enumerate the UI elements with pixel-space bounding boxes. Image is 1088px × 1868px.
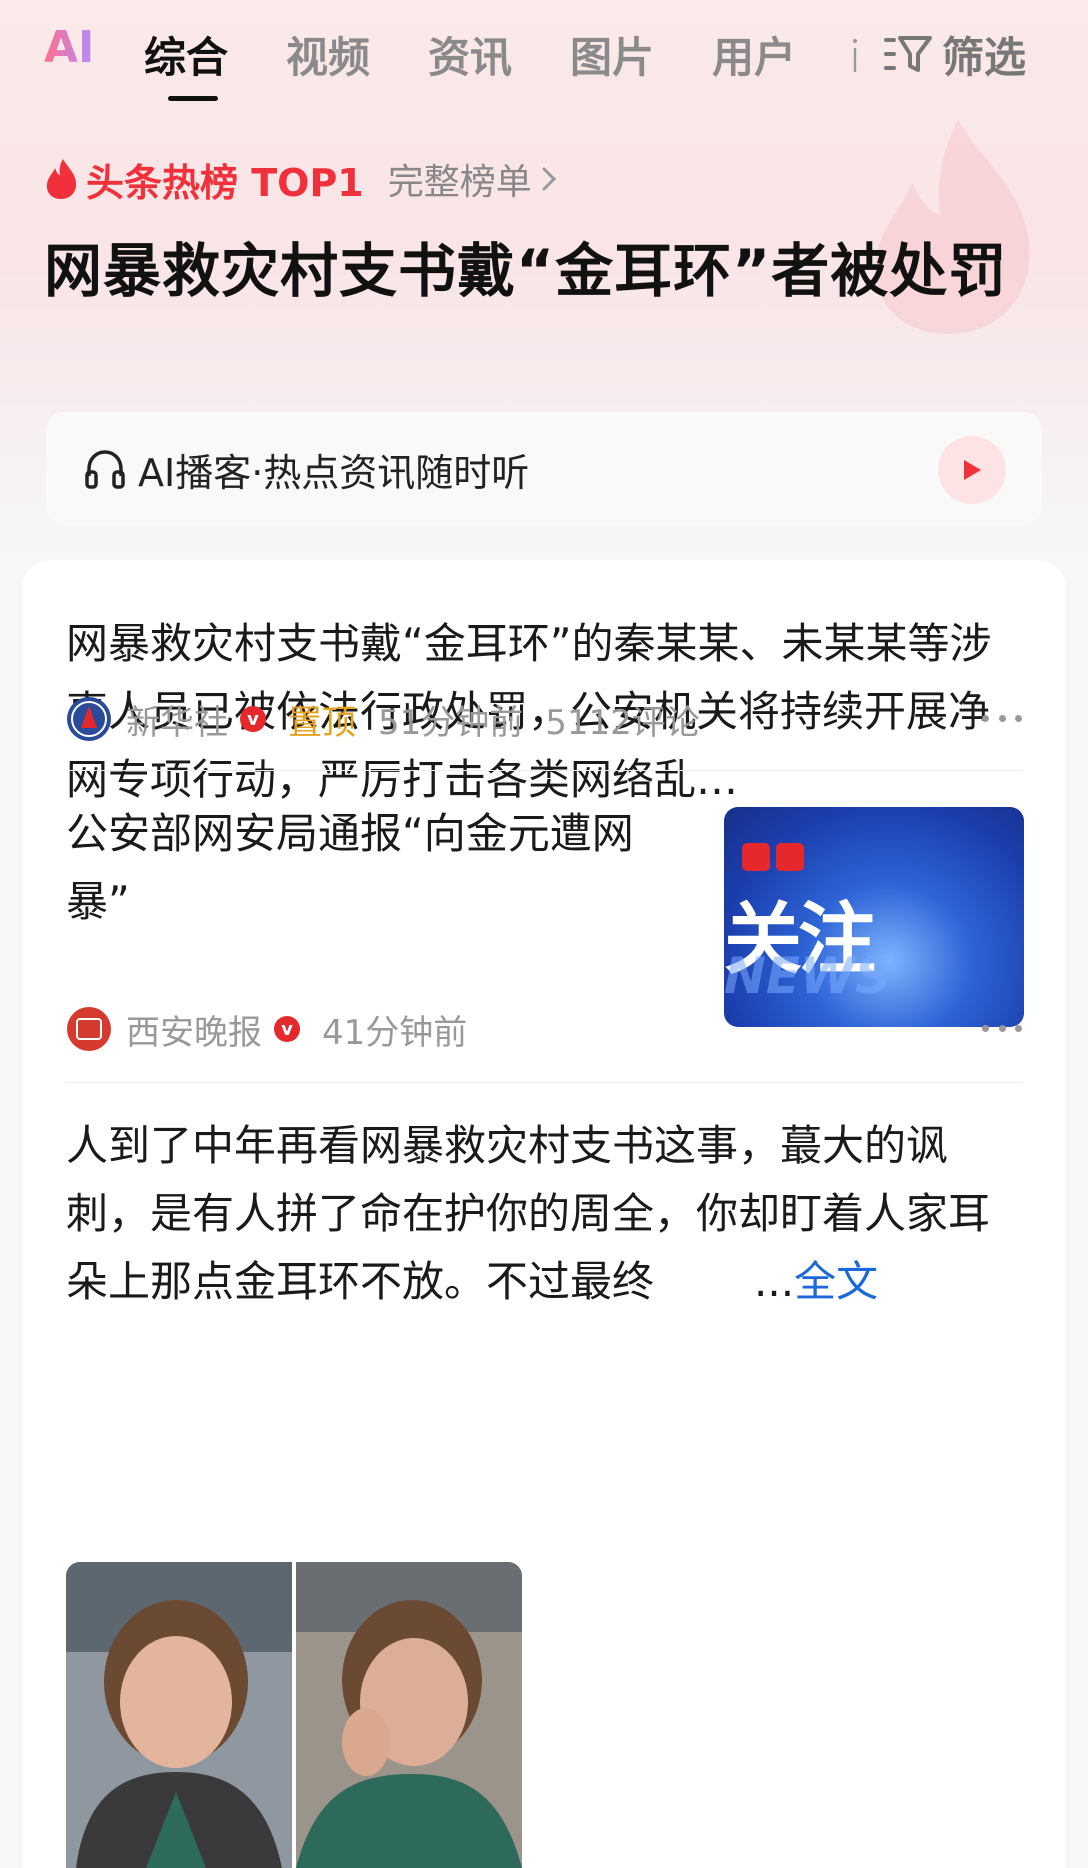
person-photo — [296, 1562, 522, 1868]
article-1-source[interactable]: 新华社 — [126, 695, 228, 744]
xinhua-logo — [67, 697, 111, 741]
article-2-text[interactable]: 公安部网安局通报“向金元遭网暴” — [66, 800, 666, 936]
article-2-meta: 西安晚报 v 41分钟前 — [66, 1004, 489, 1054]
tab-users[interactable]: 用户 — [712, 24, 796, 85]
article-1-meta: 新华社 v 置顶 51分钟前 5112评论 — [66, 694, 722, 744]
ai-podcast-bar[interactable]: AI播客·热点资讯随时听 — [46, 412, 1042, 526]
play-icon — [964, 460, 981, 480]
article-2-time: 41分钟前 — [322, 1012, 468, 1053]
article-2-source[interactable]: 西安晚报 — [126, 1005, 262, 1054]
chevron-right-icon — [542, 167, 556, 191]
tab-ai[interactable]: AI — [44, 22, 94, 73]
thumb-logo — [742, 843, 770, 871]
hotlist-header: 头条热榜 TOP1 完整榜单 — [44, 153, 558, 205]
headphone-icon — [85, 450, 125, 489]
article-3-photo-1[interactable] — [66, 1562, 292, 1868]
divider — [66, 1082, 1022, 1083]
article-3-ellipsis: ... — [754, 1257, 795, 1306]
filter-label: 筛选 — [942, 32, 1027, 82]
article-3-photo-2[interactable] — [296, 1562, 522, 1868]
tab-news[interactable]: 资讯 — [428, 24, 512, 85]
tab-comprehensive[interactable]: 综合 — [144, 24, 228, 85]
thumb-subtitle: NEWS — [724, 947, 892, 1005]
person-photo — [66, 1562, 292, 1868]
article-3-images[interactable] — [66, 1562, 522, 1868]
tab-video[interactable]: 视频 — [286, 24, 370, 85]
hotlist-headline[interactable]: 网暴救灾村支书戴“金耳环”者被处罚 — [44, 228, 1024, 314]
full-text-link[interactable]: 全文 — [794, 1257, 878, 1306]
article-1-more-icon[interactable] — [982, 715, 1022, 725]
play-button[interactable] — [938, 436, 1006, 504]
article-3-expand[interactable]: ...全文 — [744, 1248, 879, 1316]
xian-evening-news-logo — [67, 1007, 111, 1051]
article-1-time: 51分钟前 — [378, 702, 524, 743]
article-1-comments: 5112评论 — [545, 702, 700, 743]
search-results-feed: 网暴救灾村支书戴“金耳环”的秦某某、未某某等涉事人员已被依法行政处罚，公安机关将… — [22, 560, 1066, 1868]
tab-overflow-icon — [853, 39, 857, 72]
article-3-text[interactable]: 人到了中年再看网暴救灾村支书这事，蕞大的讽刺，是有人拼了命在护你的周全，你却盯着… — [66, 1112, 1026, 1316]
verified-badge-icon: v — [274, 1016, 300, 1042]
thumb-logo — [776, 843, 804, 871]
divider — [66, 770, 1022, 771]
article-2-more-icon[interactable] — [982, 1025, 1022, 1035]
hot-flame-icon — [46, 159, 77, 199]
filter-icon — [884, 36, 932, 72]
hotlist-label: 头条热榜 TOP1 — [86, 160, 364, 205]
search-tab-bar: AI 综合 视频 资讯 图片 用户 筛选 — [0, 0, 1088, 110]
full-list-link[interactable]: 完整榜单 — [388, 153, 532, 205]
podcast-label: AI播客·热点资讯随时听 — [138, 451, 530, 495]
tab-images[interactable]: 图片 — [570, 24, 654, 85]
verified-badge-icon: v — [240, 706, 266, 732]
article-2-thumbnail[interactable]: 关注 NEWS — [724, 807, 1024, 1027]
active-tab-indicator — [168, 96, 218, 101]
filter-button[interactable]: 筛选 — [882, 24, 1026, 84]
pinned-tag: 置顶 — [288, 702, 356, 743]
